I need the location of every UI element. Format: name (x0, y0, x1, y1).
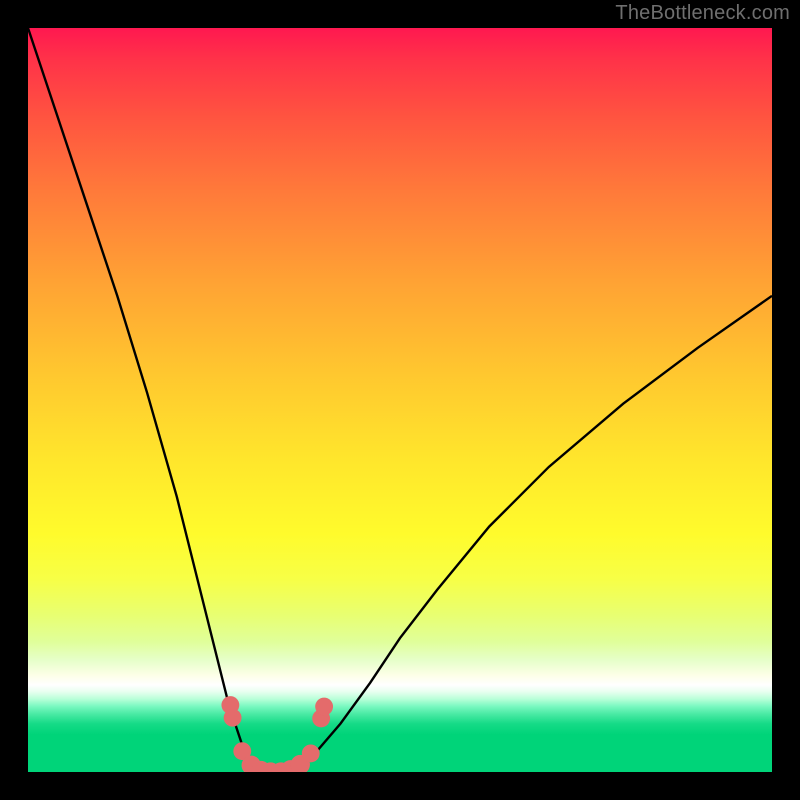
chart-frame: TheBottleneck.com (0, 0, 800, 800)
curve-marker (315, 698, 333, 716)
watermark-text: TheBottleneck.com (615, 2, 790, 25)
plot-area (28, 28, 772, 772)
bottleneck-curve (28, 28, 772, 772)
curve-marker (302, 744, 320, 762)
curve-marker (224, 709, 242, 727)
chart-svg (28, 28, 772, 772)
